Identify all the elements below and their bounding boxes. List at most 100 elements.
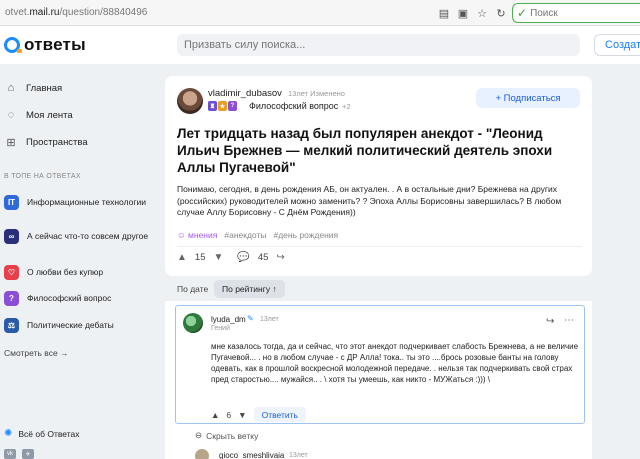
vote-count: 15 xyxy=(194,252,206,263)
downvote-icon[interactable]: ▼ xyxy=(238,410,246,420)
create-button[interactable]: Создать xyxy=(594,34,640,56)
share-icon[interactable]: ↪ xyxy=(276,252,284,263)
badge-icon: ♜ xyxy=(208,101,217,111)
save-icon[interactable]: ▣ xyxy=(455,5,471,21)
category-extra[interactable]: +2 xyxy=(342,102,351,111)
avatar[interactable] xyxy=(183,313,203,333)
site-header: ответы Создать xyxy=(0,26,640,64)
all-about-link[interactable]: ✺ Всё об Ответах xyxy=(4,428,80,439)
sidebar-item-label: Моя лента xyxy=(26,109,73,121)
topic-label: А сейчас что-то совсем другое xyxy=(27,231,149,241)
feed-icon: ◌ xyxy=(7,109,15,121)
more-icon[interactable]: ⋯ xyxy=(564,315,574,326)
topic-label: Политические дебаты xyxy=(27,320,114,330)
question-category[interactable]: Философский вопрос xyxy=(249,101,338,111)
comment-icon[interactable]: 💬 xyxy=(237,252,249,263)
sidebar-item-label: Главная xyxy=(26,82,63,94)
collapse-icon: ⊖ xyxy=(195,430,203,440)
logo-at-icon xyxy=(4,37,22,53)
upvote-icon[interactable]: ▲ xyxy=(177,252,187,263)
question-time: 13лет Изменено xyxy=(288,89,345,98)
bookmark-icon[interactable]: ☆ xyxy=(474,5,490,21)
topic-philosophy[interactable]: ? Философский вопрос xyxy=(4,291,154,306)
reply-button[interactable]: Ответить xyxy=(253,407,306,422)
sidebar-item-label: Пространства xyxy=(26,136,88,148)
answer-time: 13лет xyxy=(260,316,279,323)
sparkle-icon: ✺ xyxy=(4,428,13,439)
browser-search[interactable]: ✓ xyxy=(512,3,640,23)
site-search[interactable] xyxy=(177,34,580,56)
sort-by-date[interactable]: По дате xyxy=(177,284,208,294)
reload-icon[interactable]: ↻ xyxy=(493,5,509,21)
answer-actions: ▲ 6 ▼ Ответить xyxy=(211,407,306,422)
divider xyxy=(177,246,582,247)
tag-list: ☺ мнения #анекдоты #день рождения xyxy=(177,230,338,240)
question-icon: ? xyxy=(4,291,19,306)
politics-icon: ⚖ xyxy=(4,318,19,333)
badge-icon: ★ xyxy=(218,101,227,111)
vk-icon[interactable]: vk xyxy=(4,449,16,459)
address-bar[interactable]: otvet.mail.ru/question/88840496 xyxy=(5,7,147,18)
question-title: Лет тридцать назад был популярен анекдот… xyxy=(177,126,553,175)
comment-count: 45 xyxy=(257,252,269,263)
tag-opinion[interactable]: ☺ мнения xyxy=(177,230,217,240)
share-icon[interactable]: ↪ xyxy=(546,316,554,327)
topic-label: Философский вопрос xyxy=(27,293,112,303)
tag-jokes[interactable]: #анекдоты xyxy=(224,230,266,240)
sidebar-item-feed[interactable]: ◌ Моя лента xyxy=(4,108,73,122)
search-input[interactable] xyxy=(184,39,564,51)
url-prefix: otvet. xyxy=(5,7,30,18)
question-actions: ▲ 15 ▼ 💬 45 ↪ xyxy=(177,252,285,263)
hide-branch-label: Скрыть ветку xyxy=(206,430,259,441)
topic-something-else[interactable]: ∞ А сейчас что-то совсем другое xyxy=(4,229,154,244)
social-links: vk ✈ xyxy=(4,449,34,459)
pin-icon: ✎ xyxy=(247,314,254,323)
sidebar-item-home[interactable]: ⌂ Главная xyxy=(4,81,63,95)
question-body: Понимаю, сегодня, в день рождения АБ, он… xyxy=(177,184,562,217)
topic-label: О любви без купюр xyxy=(27,267,104,277)
vote-count: 6 xyxy=(226,409,232,420)
sort-bar: По дате По рейтингу ↑ xyxy=(165,279,592,301)
tag-birthday[interactable]: #день рождения xyxy=(273,230,338,240)
answer-author[interactable]: lyuda_dm xyxy=(211,315,246,324)
url-path: /question/88840496 xyxy=(59,7,148,18)
top-section-title: В ТОПЕ НА ОТВЕТАХ xyxy=(4,173,81,180)
answers-section: По дате По рейтингу ↑ lyuda_dm ✎ 13лет Г… xyxy=(165,279,592,459)
user-badges: ♜ ★ ? xyxy=(208,101,237,111)
answer-item: lyuda_dm ✎ 13лет Гений ↪ ⋯ мне казалось … xyxy=(175,305,585,424)
topic-love[interactable]: ♡ О любви без купюр xyxy=(4,265,154,280)
avatar[interactable] xyxy=(177,88,203,114)
upvote-icon[interactable]: ▲ xyxy=(211,410,219,420)
telegram-icon[interactable]: ✈ xyxy=(22,449,34,459)
browser-toolbar: otvet.mail.ru/question/88840496 ▤ ▣ ☆ ↻ … xyxy=(0,0,640,26)
answer-time: 13лет xyxy=(289,452,308,459)
answer-text: мне казалось тогда, да и сейчас, что это… xyxy=(211,342,579,384)
see-all-link[interactable]: Смотреть все → xyxy=(4,348,69,358)
topic-politics[interactable]: ⚖ Политические дебаты xyxy=(4,318,154,333)
all-about-label: Всё об Ответах xyxy=(18,428,80,439)
answer-author[interactable]: gioco_smeshlivaia xyxy=(219,451,284,459)
downvote-icon[interactable]: ▼ xyxy=(213,252,223,263)
spaces-icon: ⊞ xyxy=(6,136,16,149)
topic-label: Информационные технологии xyxy=(27,197,146,207)
author-rank: Гений xyxy=(211,325,230,332)
infinity-icon: ∞ xyxy=(4,229,19,244)
sidebar: ⌂ Главная ◌ Моя лента ⊞ Пространства В Т… xyxy=(0,64,160,459)
sidebar-item-spaces[interactable]: ⊞ Пространства xyxy=(4,135,88,149)
topic-it[interactable]: IT Информационные технологии xyxy=(4,195,154,210)
logo[interactable]: ответы xyxy=(4,35,86,55)
question-card: vladimir_dubasov 13лет Изменено ♜ ★ ? Фи… xyxy=(165,76,592,276)
url-domain: mail.ru xyxy=(29,7,60,18)
reader-view-icon[interactable]: ▤ xyxy=(436,5,452,21)
hide-branch-button[interactable]: ⊖ Скрыть ветку xyxy=(195,430,258,441)
question-badge-icon: ? xyxy=(228,101,237,111)
browser-search-input[interactable] xyxy=(530,7,631,19)
sort-by-rating[interactable]: По рейтингу ↑ xyxy=(214,280,285,298)
logo-text: ответы xyxy=(24,35,86,54)
heart-icon: ♡ xyxy=(4,265,19,280)
author-name[interactable]: vladimir_dubasov xyxy=(208,88,282,99)
search-engine-icon: ✓ xyxy=(517,6,528,20)
tag-label: мнения xyxy=(188,230,218,240)
subscribe-button[interactable]: + Подписаться xyxy=(476,88,580,108)
avatar[interactable] xyxy=(195,449,209,459)
